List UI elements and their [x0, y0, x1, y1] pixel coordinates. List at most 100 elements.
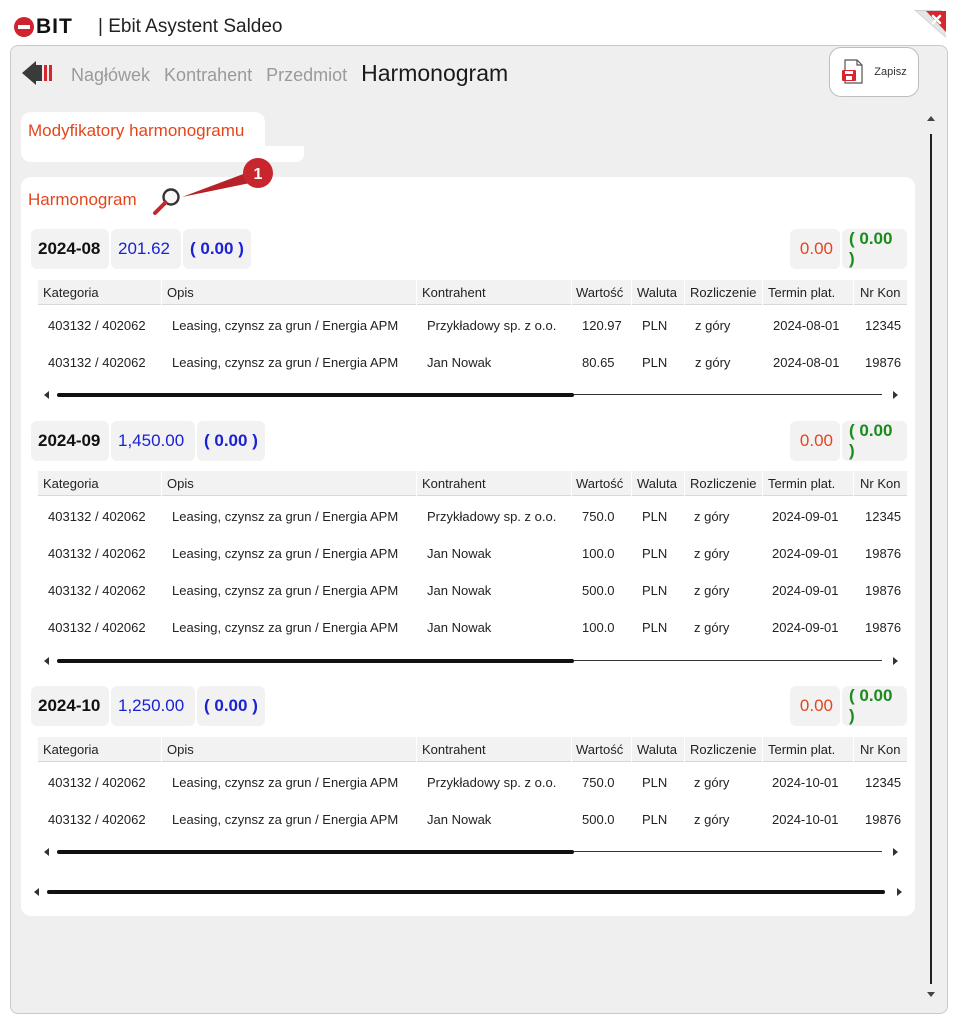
cell-termin: 2024-10-01: [772, 812, 839, 827]
logo-e-icon: [14, 17, 34, 37]
hscroll-thumb[interactable]: [57, 850, 574, 854]
col-nr-kon[interactable]: Nr Kon: [860, 285, 900, 300]
scroll-up-icon[interactable]: [927, 116, 935, 121]
col-rozliczenie[interactable]: Rozliczenie: [690, 285, 756, 300]
vertical-scrollbar[interactable]: [924, 112, 938, 1002]
scroll-left-icon[interactable]: [44, 657, 49, 665]
col-termin[interactable]: Termin plat.: [768, 285, 835, 300]
arrow-left-icon: [22, 61, 52, 85]
scroll-right-icon[interactable]: [897, 888, 902, 896]
month-label: 2024-08: [38, 239, 101, 258]
table-row[interactable]: 403132 / 402062 Leasing, czynsz za grun …: [38, 305, 907, 342]
scroll-right-icon[interactable]: [893, 657, 898, 665]
app-title: | Ebit Asystent Saldeo: [98, 16, 283, 37]
cell-termin: 2024-09-01: [772, 509, 839, 524]
col-opis[interactable]: Opis: [167, 285, 194, 300]
step-przedmiot[interactable]: Przedmiot: [266, 65, 347, 86]
table-hscrollbar[interactable]: [44, 656, 898, 666]
schedule-table-2024-08: Kategoria Opis Kontrahent Wartość Waluta…: [38, 280, 907, 379]
col-kontrahent[interactable]: Kontrahent: [422, 285, 486, 300]
table-hscrollbar[interactable]: [44, 847, 898, 857]
scroll-left-icon[interactable]: [34, 888, 39, 896]
month-label: 2024-10: [38, 696, 101, 715]
month-paren: ( 0.00 ): [204, 431, 258, 450]
col-waluta[interactable]: Waluta: [637, 742, 677, 757]
scroll-left-icon[interactable]: [44, 848, 49, 856]
col-kategoria[interactable]: Kategoria: [43, 285, 99, 300]
col-wartosc[interactable]: Wartość: [576, 285, 623, 300]
cell-wartosc: 100.0: [582, 546, 615, 561]
cell-termin: 2024-09-01: [772, 546, 839, 561]
cell-kategoria: 403132 / 402062: [48, 583, 146, 598]
cell-waluta: PLN: [642, 509, 668, 524]
cell-termin: 2024-08-01: [773, 318, 840, 333]
cell-nr-kon: 12345: [865, 509, 902, 524]
outer-hscrollbar[interactable]: [34, 887, 902, 897]
col-opis[interactable]: Opis: [167, 742, 194, 757]
col-termin[interactable]: Termin plat.: [768, 476, 835, 491]
col-waluta[interactable]: Waluta: [637, 285, 677, 300]
cell-termin: 2024-08-01: [773, 355, 840, 370]
cell-kontrahent: Jan Nowak: [427, 812, 492, 827]
cell-kontrahent: Jan Nowak: [427, 583, 492, 598]
table-row[interactable]: 403132 / 402062 Leasing, czynsz za grun …: [38, 533, 907, 570]
month-right-sum: 0.00: [799, 431, 833, 450]
cell-kategoria: 403132 / 402062: [48, 775, 146, 790]
scroll-right-icon[interactable]: [893, 848, 898, 856]
cell-wartosc: 750.0: [582, 509, 615, 524]
cell-nr-kon: 19876: [865, 546, 902, 561]
cell-opis: Leasing, czynsz za grun / Energia APM: [172, 318, 399, 333]
table-row[interactable]: 403132 / 402062 Leasing, czynsz za grun …: [38, 607, 907, 644]
step-naglowek[interactable]: Nagłówek: [71, 65, 150, 86]
back-button[interactable]: [20, 58, 56, 88]
table-row[interactable]: 403132 / 402062 Leasing, czynsz za grun …: [38, 342, 907, 379]
col-rozliczenie[interactable]: Rozliczenie: [690, 476, 756, 491]
table-hscrollbar[interactable]: [44, 390, 898, 400]
step-kontrahent[interactable]: Kontrahent: [164, 65, 252, 86]
modifiers-title[interactable]: Modyfikatory harmonogramu: [28, 121, 244, 141]
cell-rozliczenie: z góry: [695, 355, 731, 370]
col-wartosc[interactable]: Wartość: [576, 742, 623, 757]
scroll-thumb[interactable]: [930, 134, 932, 984]
logo-text: BIT: [36, 15, 73, 38]
cell-opis: Leasing, czynsz za grun / Energia APM: [172, 546, 399, 561]
cell-opis: Leasing, czynsz za grun / Energia APM: [172, 509, 399, 524]
cell-wartosc: 500.0: [582, 583, 615, 598]
save-button[interactable]: Zapisz: [829, 47, 919, 97]
col-rozliczenie[interactable]: Rozliczenie: [690, 742, 756, 757]
col-opis[interactable]: Opis: [167, 476, 194, 491]
cell-rozliczenie: z góry: [694, 546, 730, 561]
table-row[interactable]: 403132 / 402062 Leasing, czynsz za grun …: [38, 762, 907, 799]
col-kategoria[interactable]: Kategoria: [43, 742, 99, 757]
hscroll-thumb[interactable]: [57, 659, 574, 663]
col-kategoria[interactable]: Kategoria: [43, 476, 99, 491]
hscroll-thumb[interactable]: [47, 890, 885, 894]
cell-nr-kon: 19876: [865, 812, 902, 827]
cell-waluta: PLN: [642, 775, 668, 790]
col-waluta[interactable]: Waluta: [637, 476, 677, 491]
cell-kontrahent: Przykładowy sp. z o.o.: [427, 509, 557, 524]
col-nr-kon[interactable]: Nr Kon: [860, 476, 900, 491]
table-row[interactable]: 403132 / 402062 Leasing, czynsz za grun …: [38, 570, 907, 607]
month-right-sum: 0.00: [799, 239, 833, 258]
col-wartosc[interactable]: Wartość: [576, 476, 623, 491]
col-kontrahent[interactable]: Kontrahent: [422, 742, 486, 757]
col-nr-kon[interactable]: Nr Kon: [860, 742, 900, 757]
cell-nr-kon: 19876: [865, 583, 902, 598]
table-row[interactable]: 403132 / 402062 Leasing, czynsz za grun …: [38, 799, 907, 836]
close-button[interactable]: [912, 8, 948, 42]
col-termin[interactable]: Termin plat.: [768, 742, 835, 757]
month-sum: 1,250.00: [118, 696, 185, 715]
scroll-right-icon[interactable]: [893, 391, 898, 399]
cell-kategoria: 403132 / 402062: [48, 509, 146, 524]
scroll-down-icon[interactable]: [927, 992, 935, 997]
month-paren: ( 0.00 ): [204, 696, 258, 715]
cell-nr-kon: 19876: [865, 620, 902, 635]
cell-wartosc: 500.0: [582, 812, 615, 827]
table-row[interactable]: 403132 / 402062 Leasing, czynsz za grun …: [38, 496, 907, 533]
cell-termin: 2024-10-01: [772, 775, 839, 790]
scroll-left-icon[interactable]: [44, 391, 49, 399]
col-kontrahent[interactable]: Kontrahent: [422, 476, 486, 491]
hscroll-thumb[interactable]: [57, 393, 574, 397]
cell-opis: Leasing, czynsz za grun / Energia APM: [172, 583, 399, 598]
